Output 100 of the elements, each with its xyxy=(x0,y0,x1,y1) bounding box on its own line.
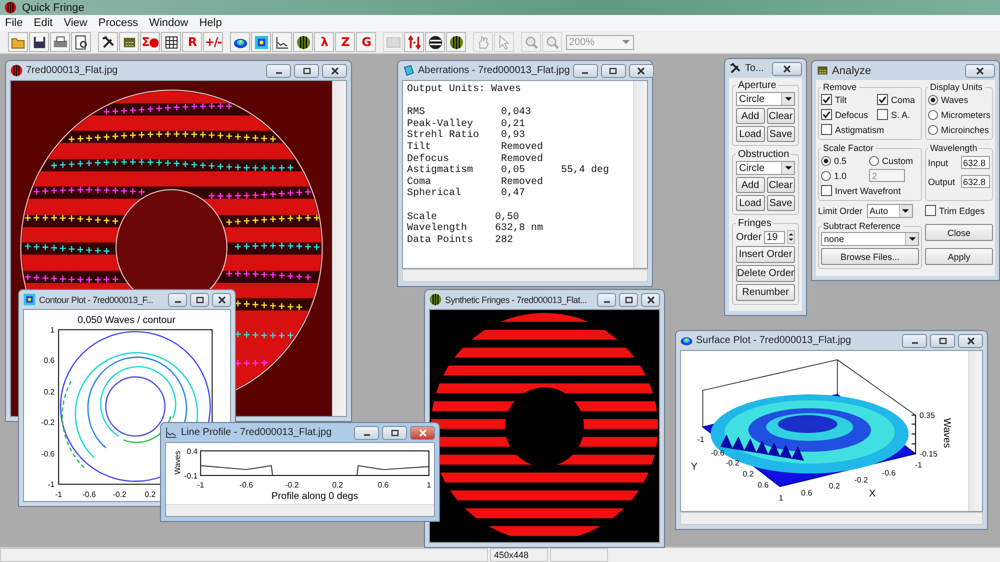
toolbar-button[interactable]: G xyxy=(356,32,376,52)
push-button[interactable]: Save xyxy=(766,126,795,142)
scrollbar[interactable] xyxy=(968,351,982,511)
maximize-button[interactable] xyxy=(619,292,638,306)
push-button[interactable]: Clear xyxy=(766,177,795,193)
dropdown-button[interactable] xyxy=(898,205,912,217)
push-button[interactable]: Clear xyxy=(766,108,795,124)
close-button[interactable] xyxy=(772,62,802,76)
menu-item[interactable]: Window xyxy=(149,17,188,29)
menu-item[interactable]: File xyxy=(5,17,23,29)
close-button[interactable] xyxy=(628,64,654,78)
scrollbar[interactable] xyxy=(402,269,648,282)
group-label: Fringes xyxy=(737,218,772,229)
toolbar-button[interactable] xyxy=(50,32,70,52)
tick-label: 0.2 xyxy=(44,388,55,397)
output-wavelength-field[interactable]: 632.8 xyxy=(961,175,990,188)
push-button[interactable]: Load xyxy=(736,126,764,142)
toolbar-button[interactable]: +/- xyxy=(203,32,223,52)
radio-button[interactable] xyxy=(821,170,831,180)
menu-item[interactable]: Help xyxy=(199,17,222,29)
scrollbar[interactable] xyxy=(166,504,434,516)
checkbox-label: Astigmatism xyxy=(835,124,884,134)
radio-button[interactable] xyxy=(928,94,938,104)
tick-label: 1 xyxy=(50,326,55,335)
window-title: To... xyxy=(745,63,765,74)
browse-button[interactable]: Browse Files... xyxy=(821,248,919,265)
menu-item[interactable]: Process xyxy=(98,17,138,29)
toolbar-button[interactable]: Z xyxy=(335,32,355,52)
checkbox[interactable] xyxy=(925,205,936,216)
close-button[interactable] xyxy=(212,292,231,306)
checkbox[interactable] xyxy=(877,94,888,105)
radio-button[interactable] xyxy=(869,156,879,166)
toolbar-button[interactable] xyxy=(425,32,445,52)
reference-dropdown[interactable]: none xyxy=(821,232,919,246)
scrollbar[interactable] xyxy=(332,81,346,416)
toolbar-button[interactable]: λ xyxy=(314,32,334,52)
result-value: Removed xyxy=(501,176,544,188)
radio-button[interactable] xyxy=(928,124,938,134)
push-button[interactable]: Insert Order xyxy=(736,246,795,263)
toolbar-button[interactable] xyxy=(272,32,292,52)
push-button[interactable]: Apply xyxy=(925,248,993,265)
spin-buttons[interactable] xyxy=(786,230,795,244)
push-button[interactable]: Save xyxy=(766,195,795,211)
maximize-button[interactable] xyxy=(294,64,319,78)
minimize-button[interactable] xyxy=(168,292,187,306)
radio-button[interactable] xyxy=(821,156,831,166)
checkbox[interactable] xyxy=(821,124,832,135)
checkbox[interactable] xyxy=(821,94,832,105)
tick-label: -1 xyxy=(697,434,704,444)
toolbar-button[interactable] xyxy=(29,32,49,52)
radio-label: 0.5 xyxy=(834,156,847,166)
checkbox[interactable] xyxy=(821,109,832,120)
push-button[interactable]: Load xyxy=(736,195,764,211)
close-button[interactable] xyxy=(958,334,983,348)
dropdown-button[interactable] xyxy=(781,162,794,174)
push-button[interactable]: Close xyxy=(925,224,993,241)
maximize-button[interactable] xyxy=(930,334,955,348)
menu-item[interactable]: Edit xyxy=(34,17,53,29)
toolbar-button[interactable] xyxy=(119,32,139,52)
order-field[interactable]: 19 xyxy=(764,230,785,244)
checkbox[interactable] xyxy=(821,185,832,196)
axis-label: Profile along 0 degs xyxy=(271,491,358,502)
graph-icon xyxy=(274,34,290,50)
toolbar-button[interactable] xyxy=(293,32,313,52)
shape-dropdown[interactable]: Circle xyxy=(736,92,795,106)
dropdown-button[interactable] xyxy=(905,233,918,245)
menu-item[interactable]: View xyxy=(64,17,88,29)
toolbar-button[interactable] xyxy=(251,32,271,52)
push-button[interactable]: Renumber xyxy=(736,284,795,301)
close-button[interactable] xyxy=(965,64,995,78)
toolbar-button[interactable] xyxy=(446,32,466,52)
toolbar-button[interactable] xyxy=(230,32,250,52)
close-icon xyxy=(646,296,656,304)
limit-order-dropdown[interactable]: Auto xyxy=(866,204,913,218)
maximize-button[interactable] xyxy=(600,64,626,78)
close-button[interactable] xyxy=(641,292,660,306)
toolbar-button[interactable]: Σ● xyxy=(140,32,160,52)
close-button[interactable] xyxy=(410,426,435,440)
radio-label: 1.0 xyxy=(834,170,847,180)
checkbox[interactable] xyxy=(877,109,888,120)
grid-icon xyxy=(164,34,178,50)
input-wavelength-field[interactable]: 632.8 xyxy=(961,156,990,169)
shape-dropdown[interactable]: Circle xyxy=(736,161,795,175)
scrollbar[interactable] xyxy=(633,81,647,268)
push-button[interactable]: Add xyxy=(736,108,764,124)
minimize-button[interactable] xyxy=(597,292,616,306)
tick-label: -1 xyxy=(48,480,55,490)
dropdown-button[interactable] xyxy=(781,93,794,105)
close-button[interactable] xyxy=(322,64,347,78)
radio-button[interactable] xyxy=(928,110,938,120)
maximize-button[interactable] xyxy=(382,426,407,440)
toolbar-button[interactable] xyxy=(98,32,118,52)
toolbar-button[interactable] xyxy=(71,32,91,52)
toolbar-button[interactable] xyxy=(161,32,181,52)
push-button[interactable]: Delete Order xyxy=(736,265,795,282)
scrollbar[interactable] xyxy=(680,512,983,525)
maximize-button[interactable] xyxy=(190,292,209,306)
graph-icon xyxy=(165,426,178,439)
toolbar-button[interactable]: R xyxy=(182,32,202,52)
push-button[interactable]: Add xyxy=(736,177,764,193)
